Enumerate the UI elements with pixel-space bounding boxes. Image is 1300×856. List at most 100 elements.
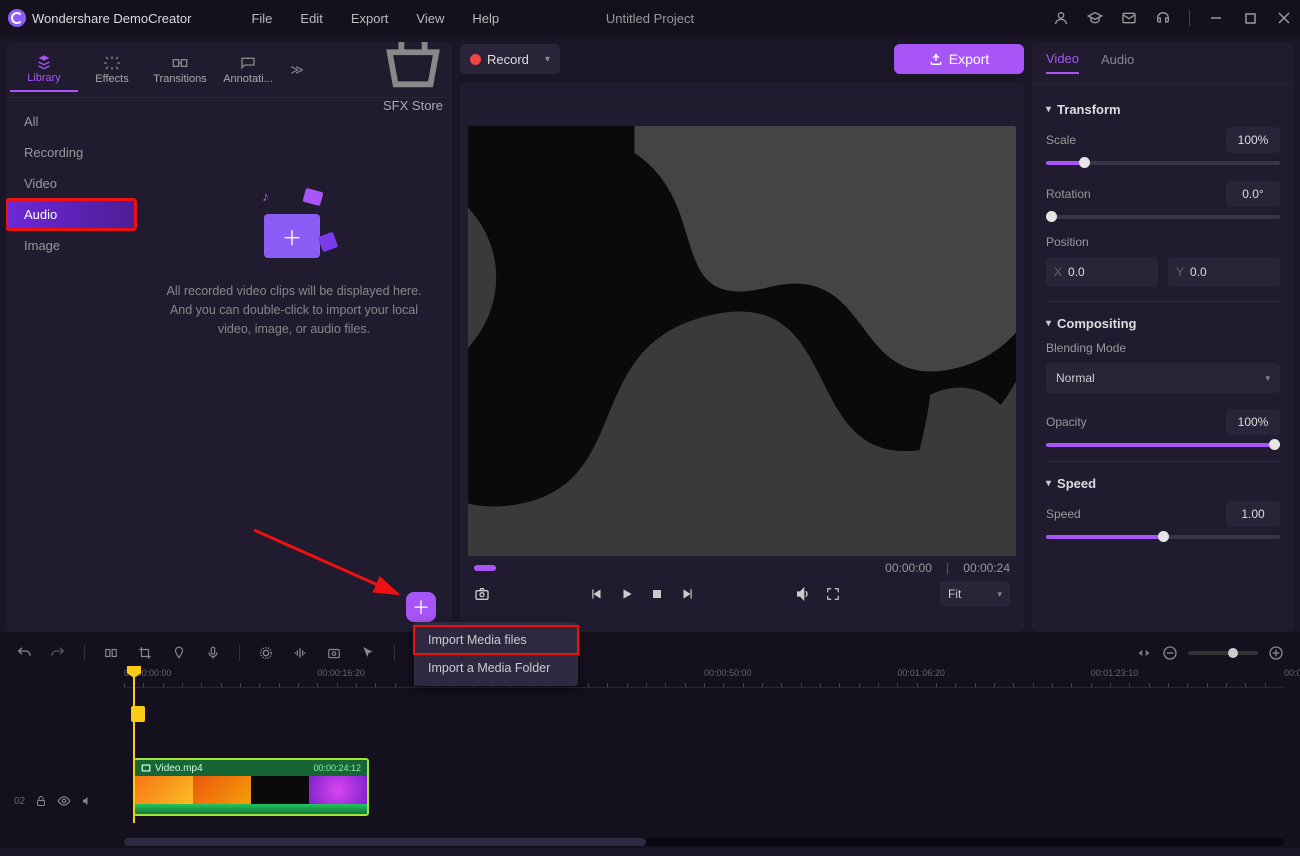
voiceover-icon[interactable] <box>205 645 221 661</box>
speed-label: Speed <box>1046 507 1218 521</box>
menu-file[interactable]: File <box>251 11 272 26</box>
export-button[interactable]: Export <box>894 44 1024 74</box>
account-icon[interactable] <box>1053 10 1069 26</box>
menu-view[interactable]: View <box>416 11 444 26</box>
import-media-files[interactable]: Import Media files <box>414 626 578 654</box>
position-y-input[interactable]: Y0.0 <box>1168 257 1280 287</box>
cat-all[interactable]: All <box>6 106 136 137</box>
menu-help[interactable]: Help <box>472 11 499 26</box>
section-transform[interactable]: Transform <box>1046 102 1280 117</box>
audio-edit-icon[interactable] <box>292 645 308 661</box>
play-icon[interactable] <box>619 586 635 602</box>
marker-icon[interactable] <box>171 645 187 661</box>
denoise-icon[interactable] <box>258 645 274 661</box>
ruler-label: 00:01:06:20 <box>897 668 945 678</box>
scale-value[interactable]: 100% <box>1226 127 1280 153</box>
blend-mode-select[interactable]: Normal ▾ <box>1046 363 1280 393</box>
fullscreen-icon[interactable] <box>825 586 841 602</box>
prev-frame-icon[interactable] <box>589 586 605 602</box>
menu-edit[interactable]: Edit <box>300 11 322 26</box>
timeline-ruler[interactable]: 00:00:00:0000:00:16:2000:00:33:1000:00:5… <box>124 668 1284 688</box>
add-media-button[interactable]: ＋ <box>406 592 436 622</box>
tab-effects-label: Effects <box>95 73 128 85</box>
record-dot-icon <box>470 54 481 65</box>
preview-scrubber[interactable] <box>474 564 496 572</box>
cat-image[interactable]: Image <box>6 230 136 261</box>
preview-canvas[interactable] <box>468 126 1016 556</box>
speed-value[interactable]: 1.00 <box>1226 501 1280 527</box>
preview-panel: 00:00:00 | 00:00:24 Fit <box>460 82 1024 632</box>
maximize-icon[interactable] <box>1242 10 1258 26</box>
snapshot-icon[interactable] <box>474 586 490 602</box>
cat-recording[interactable]: Recording <box>6 137 136 168</box>
support-icon[interactable] <box>1155 10 1171 26</box>
fit-timeline-icon[interactable] <box>1136 645 1152 661</box>
redo-icon[interactable] <box>50 645 66 661</box>
opacity-value[interactable]: 100% <box>1226 409 1280 435</box>
speed-slider[interactable] <box>1046 535 1280 539</box>
tab-effects[interactable]: Effects <box>78 49 146 91</box>
clip-name: Video.mp4 <box>155 763 203 774</box>
track-visible-icon[interactable] <box>57 794 71 808</box>
scale-slider[interactable] <box>1046 161 1280 165</box>
opacity-slider[interactable] <box>1046 443 1280 447</box>
tab-annotations[interactable]: Annotati... <box>214 49 282 91</box>
crop-icon[interactable] <box>137 645 153 661</box>
menu-export[interactable]: Export <box>351 11 389 26</box>
timeline-tracks[interactable]: Video.mp4 00:00:24:12 <box>124 688 1294 848</box>
chevron-down-icon: ▾ <box>545 54 550 65</box>
title-bar: Wondershare DemoCreator File Edit Export… <box>0 0 1300 36</box>
record-button[interactable]: Record ▾ <box>460 44 560 74</box>
cursor-icon[interactable] <box>360 645 376 661</box>
rotation-label: Rotation <box>1046 187 1218 201</box>
cat-audio[interactable]: Audio <box>6 199 136 230</box>
timeline-panel: 00:00:00:0000:00:16:2000:00:33:1000:00:5… <box>0 632 1300 848</box>
blend-label: Blending Mode <box>1046 341 1280 355</box>
tab-transitions[interactable]: Transitions <box>146 49 214 91</box>
rotation-value[interactable]: 0.0° <box>1226 181 1280 207</box>
timeline-marker[interactable] <box>131 706 145 722</box>
tab-video-props[interactable]: Video <box>1046 51 1079 74</box>
stop-icon[interactable] <box>649 586 665 602</box>
position-label: Position <box>1046 235 1280 249</box>
chevron-down-icon: ▾ <box>1265 373 1270 384</box>
snapshot-tl-icon[interactable] <box>326 645 342 661</box>
minimize-icon[interactable] <box>1208 10 1224 26</box>
library-drop-area[interactable]: ♪ ＋ All recorded video clips will be dis… <box>136 98 452 632</box>
next-frame-icon[interactable] <box>679 586 695 602</box>
volume-icon[interactable] <box>795 586 811 602</box>
ruler-label: 00:00:50:00 <box>704 668 752 678</box>
export-label: Export <box>949 51 989 67</box>
section-speed[interactable]: Speed <box>1046 476 1280 491</box>
import-illustration-icon: ♪ ＋ <box>254 188 334 258</box>
timeline-scrollbar[interactable] <box>124 838 1284 846</box>
academy-icon[interactable] <box>1087 10 1103 26</box>
timeline-clip[interactable]: Video.mp4 00:00:24:12 <box>133 758 369 816</box>
drop-hint-text: All recorded video clips will be display… <box>136 282 452 338</box>
cat-video[interactable]: Video <box>6 168 136 199</box>
library-categories: All Recording Video Audio Image <box>6 98 136 632</box>
zoom-slider[interactable] <box>1188 651 1258 655</box>
undo-icon[interactable] <box>16 645 32 661</box>
ruler-label: 00:01:40:00 <box>1284 668 1300 678</box>
zoom-out-icon[interactable] <box>1162 645 1178 661</box>
tab-audio-props[interactable]: Audio <box>1101 52 1134 73</box>
zoom-fit-select[interactable]: Fit ▾ <box>940 581 1010 607</box>
section-compositing[interactable]: Compositing <box>1046 316 1280 331</box>
track-mute-icon[interactable] <box>81 795 93 807</box>
close-icon[interactable] <box>1276 10 1292 26</box>
mail-icon[interactable] <box>1121 10 1137 26</box>
split-icon[interactable] <box>103 645 119 661</box>
rotation-slider[interactable] <box>1046 215 1280 219</box>
tab-transitions-label: Transitions <box>153 73 206 85</box>
zoom-in-icon[interactable] <box>1268 645 1284 661</box>
track-index: 02 <box>14 796 25 807</box>
position-x-input[interactable]: X0.0 <box>1046 257 1158 287</box>
import-media-folder[interactable]: Import a Media Folder <box>414 654 578 682</box>
ruler-label: 00:00:16:20 <box>317 668 365 678</box>
tab-library-label: Library <box>27 72 61 84</box>
playhead[interactable] <box>133 668 135 823</box>
tab-library[interactable]: Library <box>10 48 78 92</box>
track-lock-icon[interactable] <box>35 795 47 807</box>
tabs-more-icon[interactable]: ≫ <box>282 62 312 78</box>
